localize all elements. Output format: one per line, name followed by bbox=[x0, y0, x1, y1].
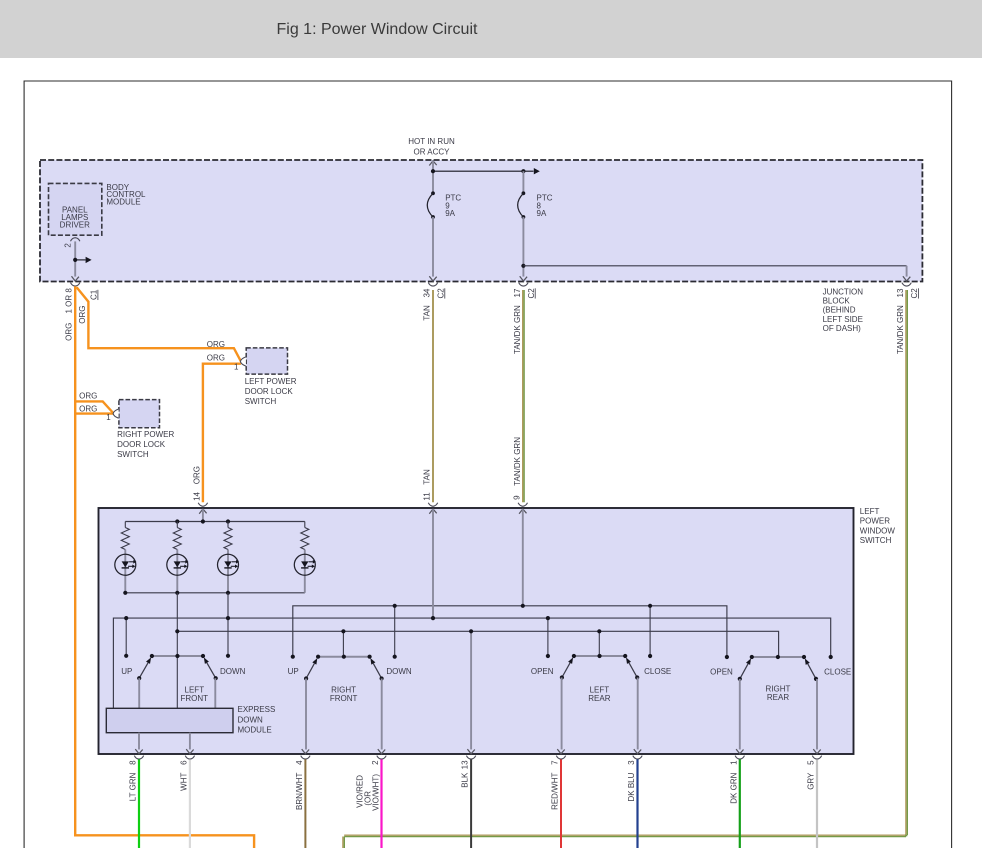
svg-text:RIGHT POWERDOOR LOCKSWITCH: RIGHT POWERDOOR LOCKSWITCH bbox=[117, 430, 174, 459]
svg-text:UP: UP bbox=[288, 667, 299, 676]
svg-text:1 OR 8: 1 OR 8 bbox=[65, 288, 74, 314]
svg-text:BLK: BLK bbox=[461, 772, 470, 788]
svg-text:13: 13 bbox=[461, 760, 470, 769]
svg-text:ORG: ORG bbox=[79, 404, 97, 413]
svg-text:6: 6 bbox=[179, 760, 188, 765]
svg-text:5: 5 bbox=[807, 760, 816, 765]
svg-text:34: 34 bbox=[422, 288, 431, 297]
svg-text:LEFTPOWERWINDOWSWITCH: LEFTPOWERWINDOWSWITCH bbox=[860, 507, 896, 545]
svg-text:TAN: TAN bbox=[423, 469, 432, 485]
svg-text:C2: C2 bbox=[436, 288, 445, 299]
svg-text:TAN/DK GRN: TAN/DK GRN bbox=[513, 305, 522, 354]
svg-text:C2: C2 bbox=[910, 288, 919, 299]
svg-text:11: 11 bbox=[422, 492, 431, 501]
svg-text:C1: C1 bbox=[90, 289, 99, 300]
svg-text:TAN/DK GRN: TAN/DK GRN bbox=[896, 305, 905, 354]
svg-text:ORG: ORG bbox=[207, 353, 225, 362]
svg-text:8: 8 bbox=[129, 760, 138, 765]
svg-text:ORG: ORG bbox=[207, 340, 225, 349]
svg-text:WHT: WHT bbox=[179, 772, 188, 790]
svg-text:LEFTREAR: LEFTREAR bbox=[588, 685, 610, 703]
svg-text:RED/WHT: RED/WHT bbox=[551, 772, 560, 809]
svg-text:RIGHTFRONT: RIGHTFRONT bbox=[330, 685, 358, 703]
svg-text:1: 1 bbox=[106, 413, 111, 422]
svg-text:LT GRN: LT GRN bbox=[129, 772, 138, 801]
svg-text:UP: UP bbox=[121, 667, 132, 676]
svg-text:DOWN: DOWN bbox=[220, 667, 246, 676]
svg-text:ORG: ORG bbox=[78, 306, 87, 324]
svg-text:DK BLU: DK BLU bbox=[627, 772, 636, 801]
svg-text:9: 9 bbox=[512, 495, 521, 500]
svg-text:DK GRN: DK GRN bbox=[729, 772, 738, 803]
svg-text:HOT IN RUNOR ACCY: HOT IN RUNOR ACCY bbox=[408, 137, 455, 156]
svg-text:PANELLAMPSDRIVER: PANELLAMPSDRIVER bbox=[60, 206, 90, 230]
svg-text:2: 2 bbox=[371, 760, 380, 765]
svg-text:7: 7 bbox=[551, 760, 560, 765]
svg-text:1: 1 bbox=[234, 363, 239, 372]
svg-text:TAN/DK GRN: TAN/DK GRN bbox=[513, 437, 522, 486]
svg-text:OPEN: OPEN bbox=[531, 667, 554, 676]
svg-text:ORG: ORG bbox=[192, 466, 201, 484]
svg-text:13: 13 bbox=[896, 288, 905, 297]
svg-text:CLOSE: CLOSE bbox=[824, 667, 851, 676]
svg-text:C2: C2 bbox=[527, 288, 536, 299]
svg-text:14: 14 bbox=[192, 491, 201, 500]
svg-text:DOWN: DOWN bbox=[386, 667, 412, 676]
svg-text:OPEN: OPEN bbox=[710, 667, 733, 676]
svg-text:BRN/WHT: BRN/WHT bbox=[295, 772, 304, 809]
svg-text:ORG: ORG bbox=[79, 391, 97, 400]
svg-text:VIO/WHT): VIO/WHT) bbox=[371, 774, 380, 811]
svg-text:LEFTFRONT: LEFTFRONT bbox=[181, 685, 209, 703]
svg-text:17: 17 bbox=[513, 288, 522, 297]
svg-text:ORG: ORG bbox=[64, 323, 73, 341]
svg-text:JUNCTIONBLOCK(BEHINDLEFT SIDEO: JUNCTIONBLOCK(BEHINDLEFT SIDEOF DASH) bbox=[823, 288, 864, 333]
svg-text:3: 3 bbox=[627, 760, 636, 765]
svg-text:GRY: GRY bbox=[807, 772, 816, 790]
svg-text:RIGHTREAR: RIGHTREAR bbox=[766, 685, 791, 703]
svg-text:1: 1 bbox=[729, 760, 738, 765]
svg-text:CLOSE: CLOSE bbox=[644, 667, 671, 676]
svg-text:LEFT POWERDOOR LOCKSWITCH: LEFT POWERDOOR LOCKSWITCH bbox=[245, 377, 297, 406]
svg-text:2: 2 bbox=[64, 243, 73, 248]
svg-text:4: 4 bbox=[295, 760, 304, 765]
svg-text:TAN: TAN bbox=[423, 305, 432, 321]
